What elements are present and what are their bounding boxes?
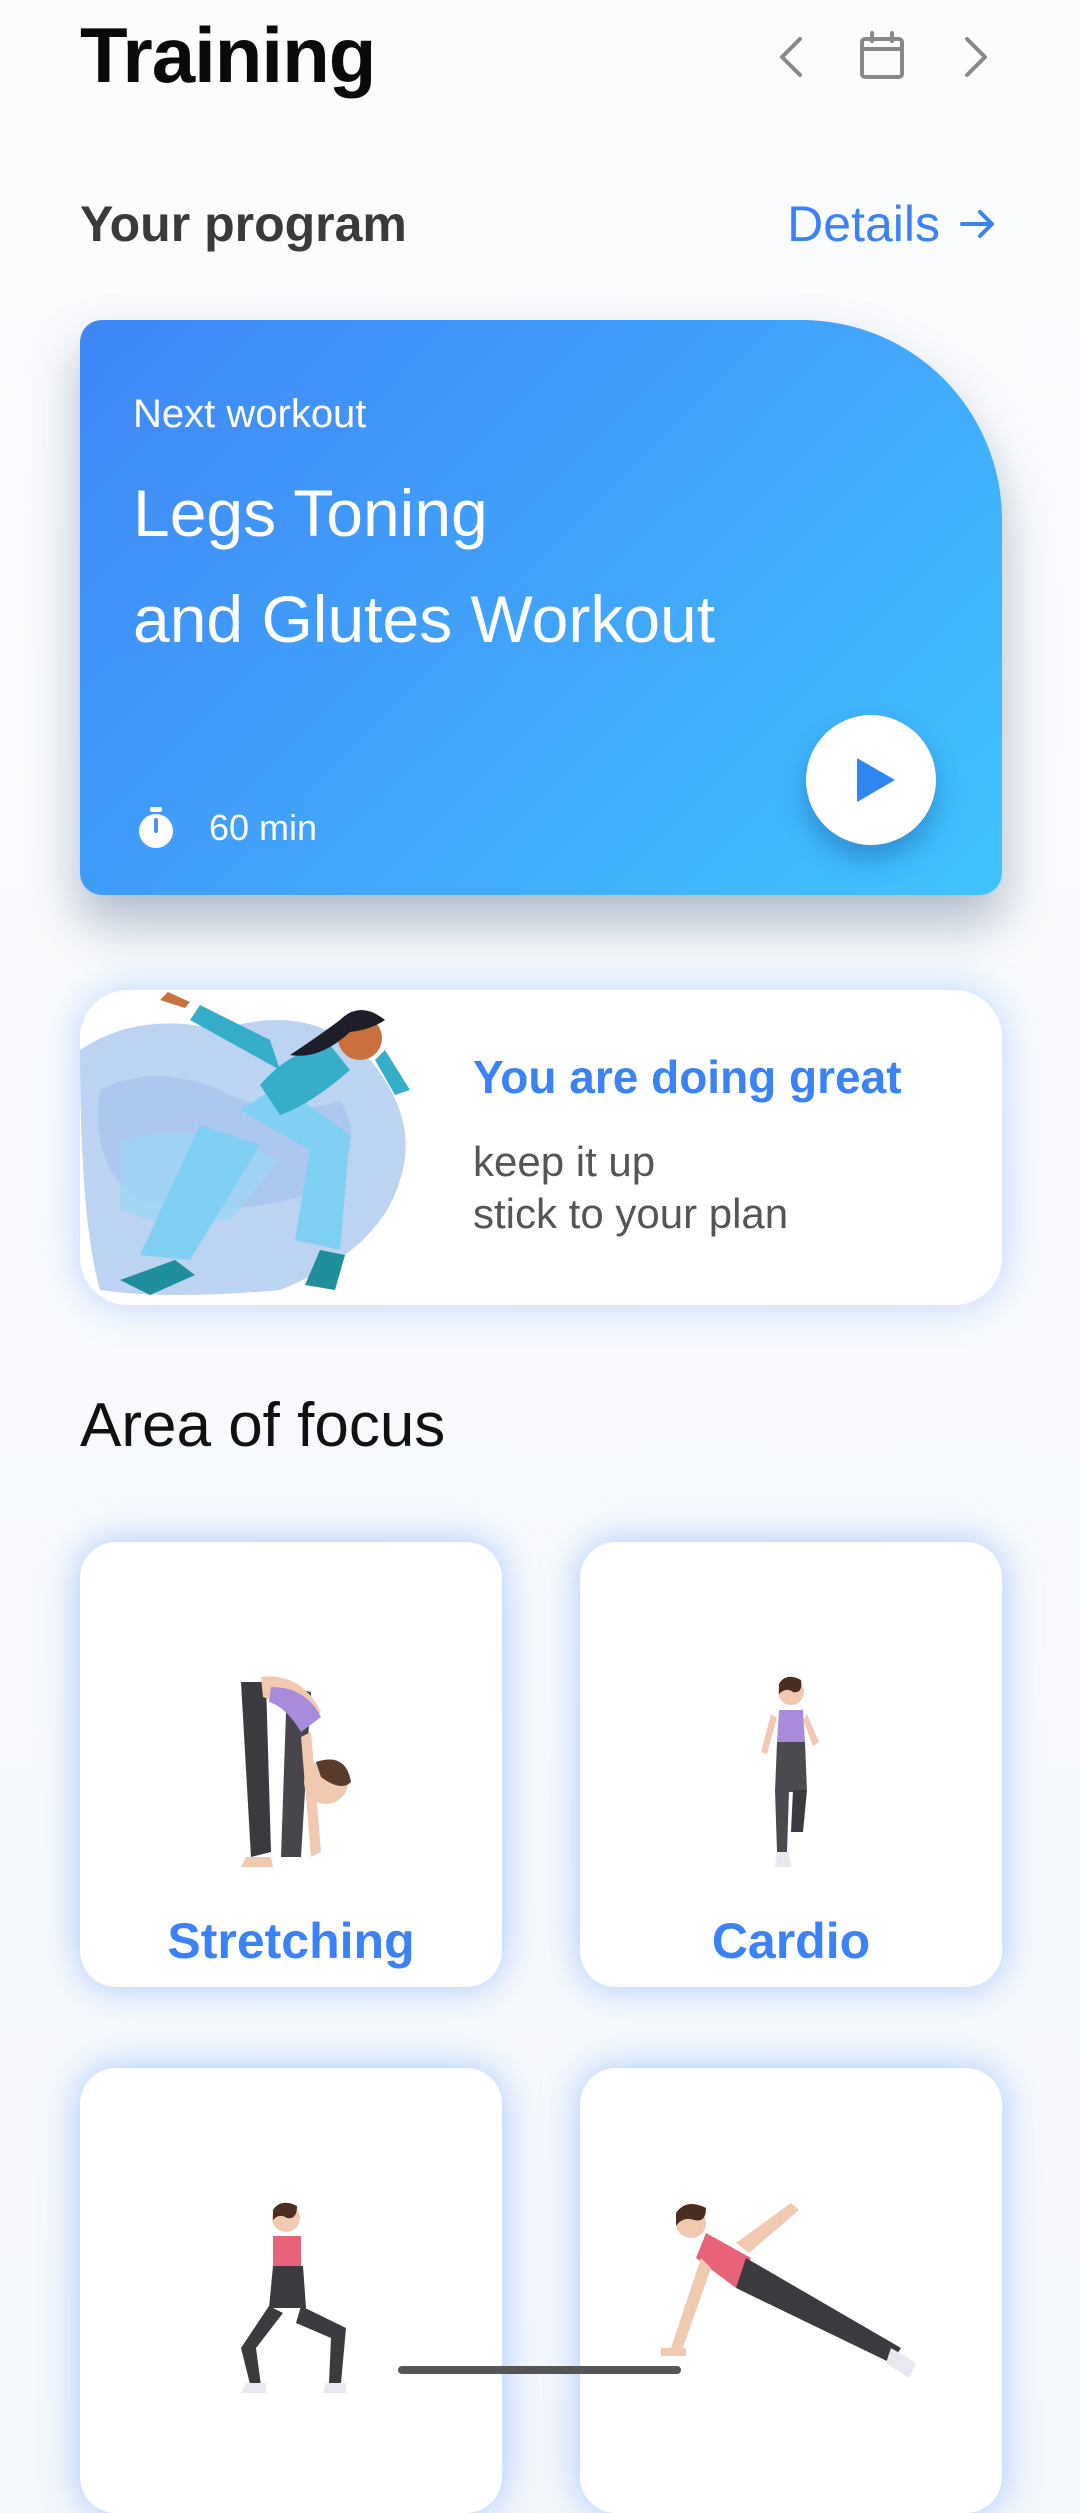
motivation-line1: keep it up: [473, 1138, 656, 1185]
lunge-figure: [241, 2202, 346, 2393]
workout-title-line2: and Glutes Workout: [133, 582, 716, 656]
details-link[interactable]: Details: [787, 195, 1000, 253]
duration-text: 60 min: [209, 807, 318, 848]
workout-title: Legs Toning and Glutes Workout: [133, 460, 893, 672]
play-icon: [857, 758, 895, 802]
page-title: Training: [80, 11, 376, 99]
next-workout-card[interactable]: Next workout Legs Toning and Glutes Work…: [80, 320, 1002, 895]
training-screen: Training Your program Details Next worko…: [0, 0, 1080, 2513]
side-plank-figure: [661, 2203, 916, 2378]
motivation-card: You are doing great keep it up stick to …: [80, 990, 1002, 1305]
program-header: Your program Details: [80, 195, 1000, 265]
chevron-left-icon[interactable]: [760, 25, 824, 89]
program-section-title: Your program: [80, 196, 407, 252]
next-workout-label: Next workout: [133, 392, 367, 436]
workout-duration: 60 min: [133, 805, 317, 851]
focus-tile-lunges[interactable]: [80, 2068, 502, 2513]
motivation-title: You are doing great: [473, 1051, 902, 1103]
details-label: Details: [787, 196, 940, 252]
focus-tile-label: Cardio: [711, 1913, 871, 1969]
play-button[interactable]: [806, 715, 936, 845]
focus-tile-cardio[interactable]: Cardio: [580, 1542, 1002, 1987]
arrow-right-icon: [960, 210, 994, 238]
home-indicator[interactable]: [398, 2366, 681, 2374]
workout-title-line1: Legs Toning: [133, 476, 488, 550]
focus-tile-plank[interactable]: [580, 2068, 1002, 2513]
stopwatch-icon: [139, 807, 173, 848]
cardio-figure: [761, 1676, 819, 1867]
motivation-line2: stick to your plan: [473, 1190, 789, 1237]
focus-tile-label: Stretching: [167, 1913, 415, 1969]
focus-tile-stretching[interactable]: Stretching: [80, 1542, 502, 1987]
area-of-focus-title: Area of focus: [80, 1391, 446, 1460]
chevron-right-icon[interactable]: [943, 25, 1007, 89]
calendar-icon[interactable]: [850, 25, 914, 89]
stretching-figure: [241, 1676, 351, 1867]
runner-illustration: [80, 992, 410, 1295]
